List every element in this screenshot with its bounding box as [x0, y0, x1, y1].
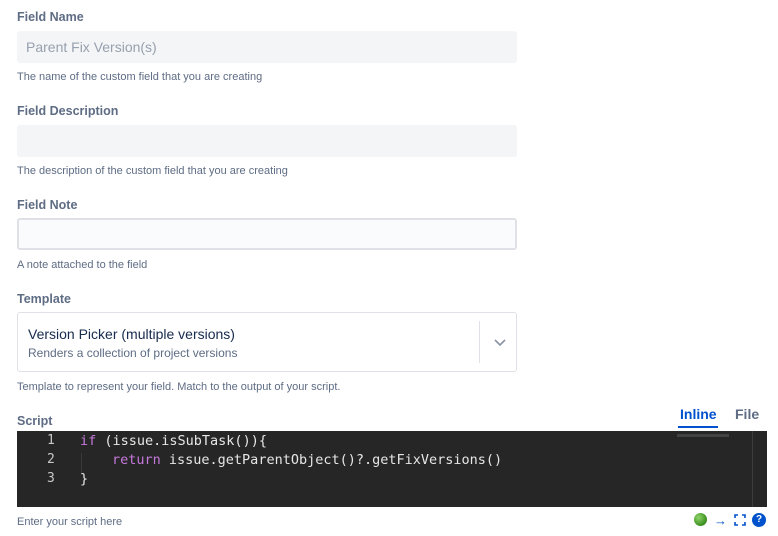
- tab-inline[interactable]: Inline: [680, 406, 717, 422]
- field-name-input[interactable]: Parent Fix Version(s): [17, 31, 517, 63]
- editor-scrollbar[interactable]: [752, 431, 753, 507]
- line-number: 2: [47, 452, 55, 467]
- code-text: issue.getParentObject()?.getFixVersions(…: [160, 452, 503, 468]
- field-name-label: Field Name: [17, 10, 84, 24]
- arrow-right-icon[interactable]: →: [714, 513, 727, 528]
- code-line: }: [80, 471, 88, 487]
- field-description-label: Field Description: [17, 104, 119, 118]
- field-note-help: A note attached to the field: [17, 259, 148, 271]
- expand-icon[interactable]: [734, 514, 746, 526]
- status-ok-icon: [694, 513, 707, 526]
- field-note-label: Field Note: [17, 198, 78, 212]
- line-number: 1: [47, 433, 55, 448]
- template-help: Template to represent your field. Match …: [17, 381, 341, 393]
- minimap[interactable]: [677, 434, 729, 437]
- line-number: 3: [47, 471, 55, 486]
- code-line: if (issue.isSubTask()){: [80, 433, 267, 449]
- code-text: }: [80, 471, 89, 487]
- tab-inline-underline: [678, 426, 718, 428]
- field-name-help: The name of the custom field that you ar…: [17, 71, 263, 83]
- script-editor[interactable]: 1 2 3 if (issue.isSubTask()){ return iss…: [17, 431, 767, 507]
- chevron-down-icon[interactable]: [491, 333, 509, 351]
- template-label: Template: [17, 292, 71, 306]
- tab-file[interactable]: File: [735, 406, 759, 422]
- field-note-input[interactable]: [17, 218, 517, 250]
- script-label: Script: [17, 414, 53, 428]
- template-selected-title: Version Picker (multiple versions): [28, 326, 235, 342]
- code-keyword: return: [112, 452, 161, 468]
- field-description-input[interactable]: [17, 125, 517, 157]
- script-help: Enter your script here: [17, 516, 123, 528]
- help-icon[interactable]: ?: [752, 513, 766, 527]
- template-selected-description: Renders a collection of project versions: [28, 346, 238, 360]
- select-separator: [479, 321, 480, 363]
- code-text: (issue.isSubTask()){: [96, 433, 267, 449]
- field-description-help: The description of the custom field that…: [17, 165, 288, 177]
- template-select[interactable]: Version Picker (multiple versions) Rende…: [17, 312, 517, 372]
- code-line: return issue.getParentObject()?.getFixVe…: [112, 452, 502, 468]
- code-keyword: if: [80, 433, 97, 449]
